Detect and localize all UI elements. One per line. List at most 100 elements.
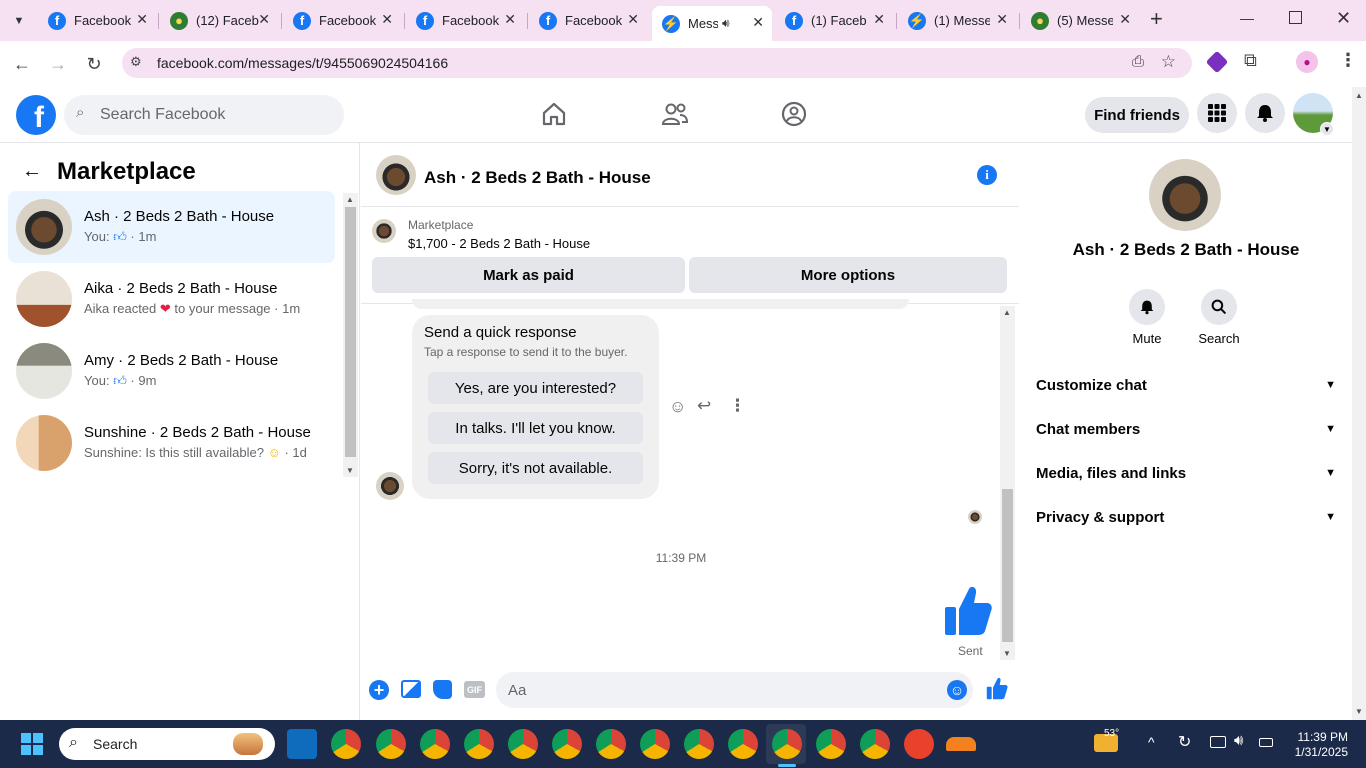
mark-as-paid-button[interactable]: Mark as paid (372, 257, 685, 293)
facebook-logo[interactable]: f (16, 95, 56, 135)
facebook-search-input[interactable]: ⌕ Search Facebook (64, 95, 344, 135)
puzzle-icon[interactable]: ⧉ (1244, 50, 1257, 71)
privacy-support-section[interactable]: Privacy & support ▼ (1036, 495, 1336, 539)
search-in-chat-button[interactable]: Search (1183, 289, 1255, 346)
sender-avatar[interactable] (376, 472, 404, 500)
close-tab-icon[interactable]: ✕ (136, 11, 148, 28)
quick-response-option[interactable]: Yes, are you interested? (428, 372, 643, 404)
reload-icon[interactable]: ↻ (82, 52, 106, 76)
quick-response-option[interactable]: In talks. I'll let you know. (428, 412, 643, 444)
profile-avatar[interactable]: ● (1296, 51, 1318, 73)
home-icon[interactable] (541, 101, 567, 127)
sticker-icon[interactable] (433, 680, 452, 699)
chat-avatar[interactable] (376, 155, 416, 195)
wps-office-icon[interactable] (904, 729, 934, 759)
chat-members-section[interactable]: Chat members ▼ (1036, 407, 1336, 451)
media-files-links-section[interactable]: Media, files and links ▼ (1036, 451, 1336, 495)
chrome-icon[interactable] (816, 729, 846, 759)
conversation-item[interactable]: Ash · 2 Beds 2 Bath - House You: 👍︎ · 1m (8, 191, 335, 263)
site-settings-icon[interactable]: ⚙ (130, 54, 142, 70)
tab-search-button[interactable]: ▼ (8, 10, 30, 32)
conversation-item[interactable]: Amy · 2 Beds 2 Bath - House You: 👍︎ · 9m (8, 335, 335, 407)
system-clock[interactable]: 11:39 PM 1/31/2025 (1286, 730, 1348, 760)
conversation-item[interactable]: Aika · 2 Beds 2 Bath - House Aika reacte… (8, 263, 335, 335)
add-plus-icon[interactable]: + (369, 680, 389, 700)
listing-thumbnail[interactable] (372, 219, 396, 243)
page-scrollbar[interactable]: ▲ ▼ (1352, 87, 1366, 720)
chrome-icon[interactable] (684, 729, 714, 759)
network-sync-icon[interactable]: ↻ (1178, 732, 1191, 752)
cloudflare-icon[interactable] (946, 737, 976, 751)
react-emoji-icon[interactable]: ☺ (669, 397, 686, 417)
chrome-icon[interactable] (596, 729, 626, 759)
close-tab-icon[interactable]: ✕ (258, 11, 270, 28)
chrome-icon[interactable] (376, 729, 406, 759)
maximize-button[interactable] (1289, 11, 1302, 24)
outlook-icon[interactable] (287, 729, 317, 759)
send-like-icon[interactable] (985, 677, 1009, 701)
back-arrow-icon[interactable]: ← (10, 52, 34, 76)
more-actions-icon[interactable]: ⋮ (729, 396, 746, 416)
close-tab-icon[interactable]: ✕ (1119, 11, 1131, 28)
customize-chat-section[interactable]: Customize chat ▼ (1036, 363, 1336, 407)
more-options-button[interactable]: More options (689, 257, 1007, 293)
minimize-button[interactable]: — (1240, 10, 1254, 26)
chat-title[interactable]: Ash · 2 Beds 2 Bath - House (424, 168, 651, 188)
show-hidden-icons[interactable]: ^ (1148, 734, 1155, 750)
chrome-icon[interactable] (728, 729, 758, 759)
scrollbar-thumb[interactable] (1002, 489, 1013, 642)
browser-tab[interactable]: f Facebook ✕ (406, 8, 524, 33)
chrome-icon[interactable] (331, 729, 361, 759)
listing-title[interactable]: $1,700 - 2 Beds 2 Bath - House (408, 236, 590, 251)
chrome-icon[interactable] (508, 729, 538, 759)
browser-tab[interactable]: ● (5) Messe ✕ (1021, 8, 1139, 33)
browser-tab-active[interactable]: ⚡ Messe 🔊︎ ✕ (652, 6, 772, 41)
taskbar-search-input[interactable]: ⌕ Search (59, 728, 275, 760)
chrome-icon[interactable] (860, 729, 890, 759)
bookmark-star-icon[interactable]: ☆ (1161, 52, 1176, 72)
close-tab-icon[interactable]: ✕ (752, 14, 764, 31)
browser-tab[interactable]: f (1) Facebo ✕ (775, 8, 893, 33)
find-friends-button[interactable]: Find friends (1085, 97, 1189, 133)
gif-icon[interactable]: GIF (464, 681, 485, 698)
back-arrow-icon[interactable]: ← (22, 160, 42, 183)
chrome-icon[interactable] (640, 729, 670, 759)
volume-icon[interactable]: 🔊︎ (1234, 732, 1243, 749)
conversation-item[interactable]: Sunshine · 2 Beds 2 Bath - House Sunshin… (8, 407, 335, 479)
chrome-icon[interactable] (552, 729, 582, 759)
mute-button[interactable]: Mute (1111, 289, 1183, 346)
browser-tab[interactable]: f Facebook ✕ (38, 8, 156, 33)
url-field[interactable]: ⚙ facebook.com/messages/t/94550690245041… (122, 48, 1192, 78)
chrome-icon[interactable] (420, 729, 450, 759)
browser-tab[interactable]: f Facebook ✕ (283, 8, 401, 33)
notifications-bell-icon[interactable] (1245, 93, 1285, 133)
forward-arrow-icon[interactable]: → (46, 52, 70, 76)
install-app-icon[interactable]: ⎙ (1132, 53, 1144, 70)
windows-start-icon[interactable] (21, 733, 43, 755)
friends-icon[interactable] (661, 101, 689, 127)
browser-tab[interactable]: ⚡ (1) Messe ✕ (898, 8, 1016, 33)
close-tab-icon[interactable]: ✕ (627, 11, 639, 28)
browser-tab[interactable]: f Facebook ✕ (529, 8, 647, 33)
account-chevron-icon[interactable]: ▼ (1320, 122, 1334, 136)
groups-icon[interactable] (781, 101, 807, 127)
message-input[interactable]: Aa ☺ (496, 672, 973, 708)
browser-menu-icon[interactable]: ⋮ (1339, 50, 1357, 71)
close-tab-icon[interactable]: ✕ (873, 11, 885, 28)
chrome-icon[interactable] (464, 729, 494, 759)
attach-photo-icon[interactable] (401, 680, 421, 698)
emoji-picker-icon[interactable]: ☺ (947, 680, 967, 700)
apps-menu-icon[interactable] (1197, 93, 1237, 133)
close-tab-icon[interactable]: ✕ (504, 11, 516, 28)
scrollbar-thumb[interactable] (345, 207, 356, 457)
chrome-icon-active[interactable] (772, 729, 802, 759)
reply-icon[interactable]: ↩ (697, 396, 711, 416)
new-tab-button[interactable]: + (1150, 6, 1163, 32)
quick-response-option[interactable]: Sorry, it's not available. (428, 452, 643, 484)
display-icon[interactable] (1210, 736, 1226, 748)
close-tab-icon[interactable]: ✕ (381, 11, 393, 28)
battery-icon[interactable] (1259, 738, 1273, 747)
speaker-icon[interactable]: 🔊︎ (722, 16, 730, 31)
info-icon[interactable]: i (977, 165, 997, 185)
contact-avatar[interactable] (1149, 159, 1221, 231)
